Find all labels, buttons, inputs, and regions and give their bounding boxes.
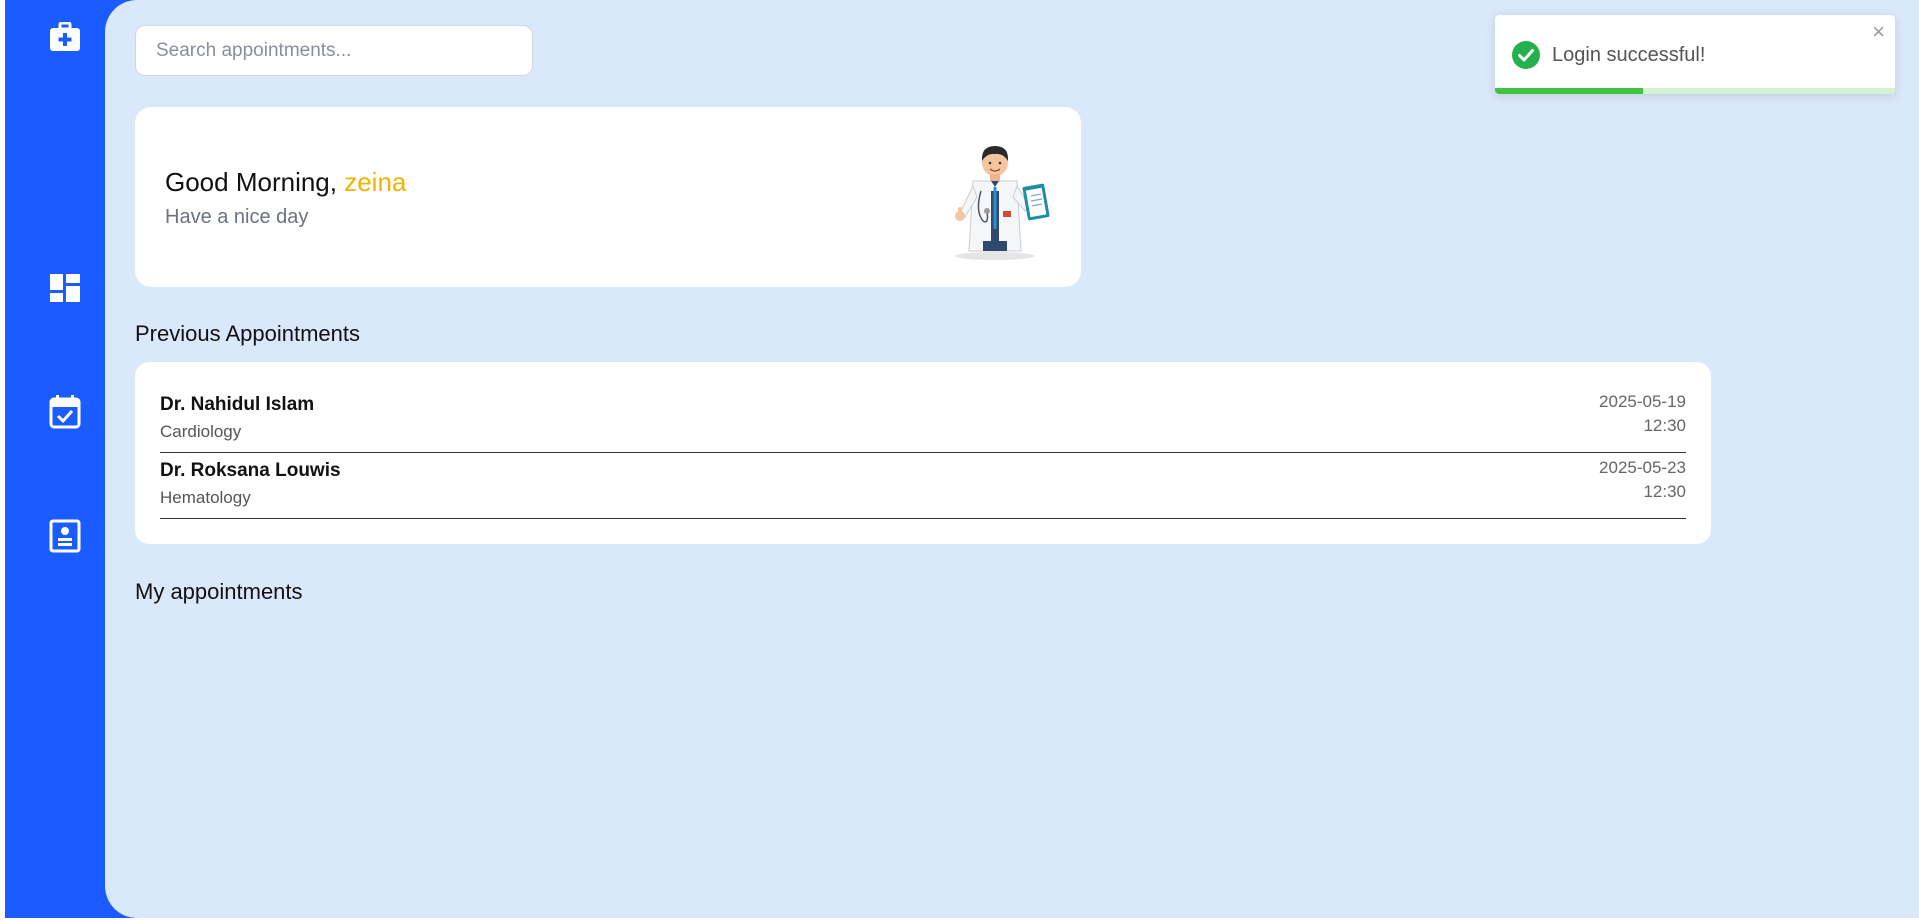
search-input[interactable] xyxy=(135,25,533,76)
toast-progress-track xyxy=(1495,88,1895,94)
close-icon[interactable]: × xyxy=(1872,19,1885,45)
appointment-time: 12:30 xyxy=(1643,416,1686,435)
appointment-time: 12:30 xyxy=(1643,482,1686,501)
medical-kit-icon[interactable] xyxy=(44,16,86,58)
calendar-check-icon[interactable] xyxy=(44,391,86,433)
appointment-row[interactable]: Dr. Roksana Louwis Hematology 2025-05-23… xyxy=(160,454,1686,519)
check-circle-icon xyxy=(1512,41,1540,74)
doctor-illustration xyxy=(925,131,1065,266)
appointment-row[interactable]: Dr. Nahidul Islam Cardiology 2025-05-19 … xyxy=(160,388,1686,453)
dashboard-icon[interactable] xyxy=(44,267,86,309)
user-name: zeina xyxy=(344,167,407,197)
specialty: Cardiology xyxy=(160,422,242,441)
toast-message: Login successful! xyxy=(1552,44,1706,66)
greeting-prefix: Good Morning, xyxy=(165,167,345,197)
toast-progress-bar xyxy=(1495,88,1643,94)
appointment-date: 2025-05-19 xyxy=(1599,392,1686,411)
my-appointments-heading: My appointments xyxy=(135,579,303,604)
greeting-card: Good Morning, zeina Have a nice day xyxy=(135,107,1081,287)
greeting-title: Good Morning, zeina xyxy=(165,167,406,198)
doctor-name: Dr. Nahidul Islam xyxy=(160,394,315,415)
specialty: Hematology xyxy=(160,488,251,507)
previous-appointments-heading: Previous Appointments xyxy=(135,321,361,346)
previous-appointments-list: Dr. Nahidul Islam Cardiology 2025-05-19 … xyxy=(135,362,1711,544)
appointment-date: 2025-05-23 xyxy=(1599,458,1686,477)
login-toast[interactable]: Login successful! × xyxy=(1495,15,1895,94)
doctor-name: Dr. Roksana Louwis xyxy=(160,460,341,481)
greeting-subtitle: Have a nice day xyxy=(165,206,309,228)
contact-card-icon[interactable] xyxy=(44,515,86,557)
